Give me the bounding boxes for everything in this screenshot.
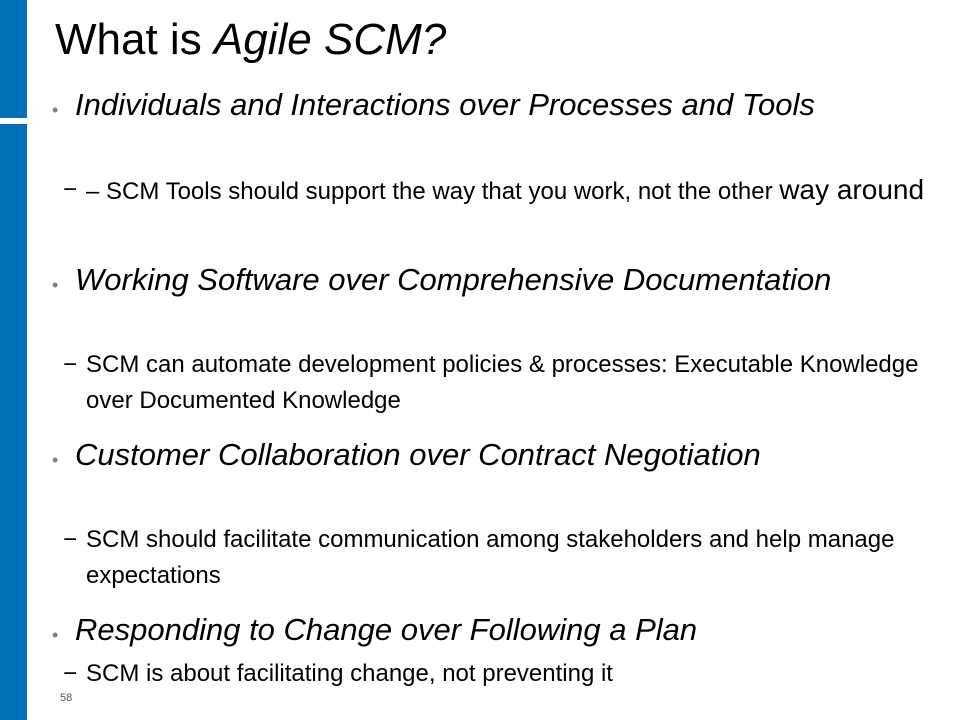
sub-bullet-text-main: – SCM Tools should support the way that …: [86, 178, 780, 205]
bullet-item: • Customer Collaboration over Contract N…: [52, 434, 932, 516]
sub-bullet-text: – SCM Tools should support the way that …: [86, 172, 932, 210]
sub-bullet-item: − SCM is about facilitating change, not …: [52, 656, 932, 692]
bullet-text: Customer Collaboration over Contract Neg…: [75, 437, 761, 472]
sub-bullet-item: − SCM should facilitate communication am…: [52, 522, 932, 594]
bullet-item: • Working Software over Comprehensive Do…: [52, 259, 932, 341]
sub-bullet-dash-icon: −: [63, 176, 78, 203]
bullet-text: Responding to Change over Following a Pl…: [75, 612, 698, 647]
bullet-dot-icon: •: [52, 625, 59, 645]
bullet-dot-icon: •: [52, 275, 59, 295]
sub-bullet-dash-icon: −: [63, 660, 78, 687]
bullet-text: Individuals and Interactions over Proces…: [75, 87, 815, 122]
bullet-dot-icon: •: [52, 450, 59, 470]
title-plain: What is: [55, 15, 214, 64]
sub-bullet-dash-icon: −: [63, 526, 78, 553]
sub-bullet-text: SCM should facilitate communication amon…: [86, 526, 895, 589]
sub-bullet-dash-icon: −: [63, 351, 78, 378]
accent-bar-bottom: [0, 124, 27, 720]
page-number: 58: [60, 692, 73, 704]
title-italic: Agile SCM?: [213, 15, 447, 64]
slide-title: What is Agile SCM?: [55, 12, 446, 68]
bullet-text: Working Software over Comprehensive Docu…: [75, 262, 832, 297]
sub-bullet-item: − – SCM Tools should support the way tha…: [52, 172, 932, 244]
bullet-item: • Individuals and Interactions over Proc…: [52, 84, 932, 166]
bullet-list: • Individuals and Interactions over Proc…: [52, 84, 932, 707]
bullet-item: • Responding to Change over Following a …: [52, 609, 932, 650]
sub-bullet-text-big: way around: [779, 174, 925, 205]
sub-bullet-text: SCM can automate development policies & …: [86, 351, 919, 414]
accent-bar-top: [0, 0, 27, 118]
bullet-dot-icon: •: [52, 100, 59, 120]
sub-bullet-text: SCM is about facilitating change, not pr…: [86, 660, 613, 687]
sub-bullet-item: − SCM can automate development policies …: [52, 347, 932, 419]
